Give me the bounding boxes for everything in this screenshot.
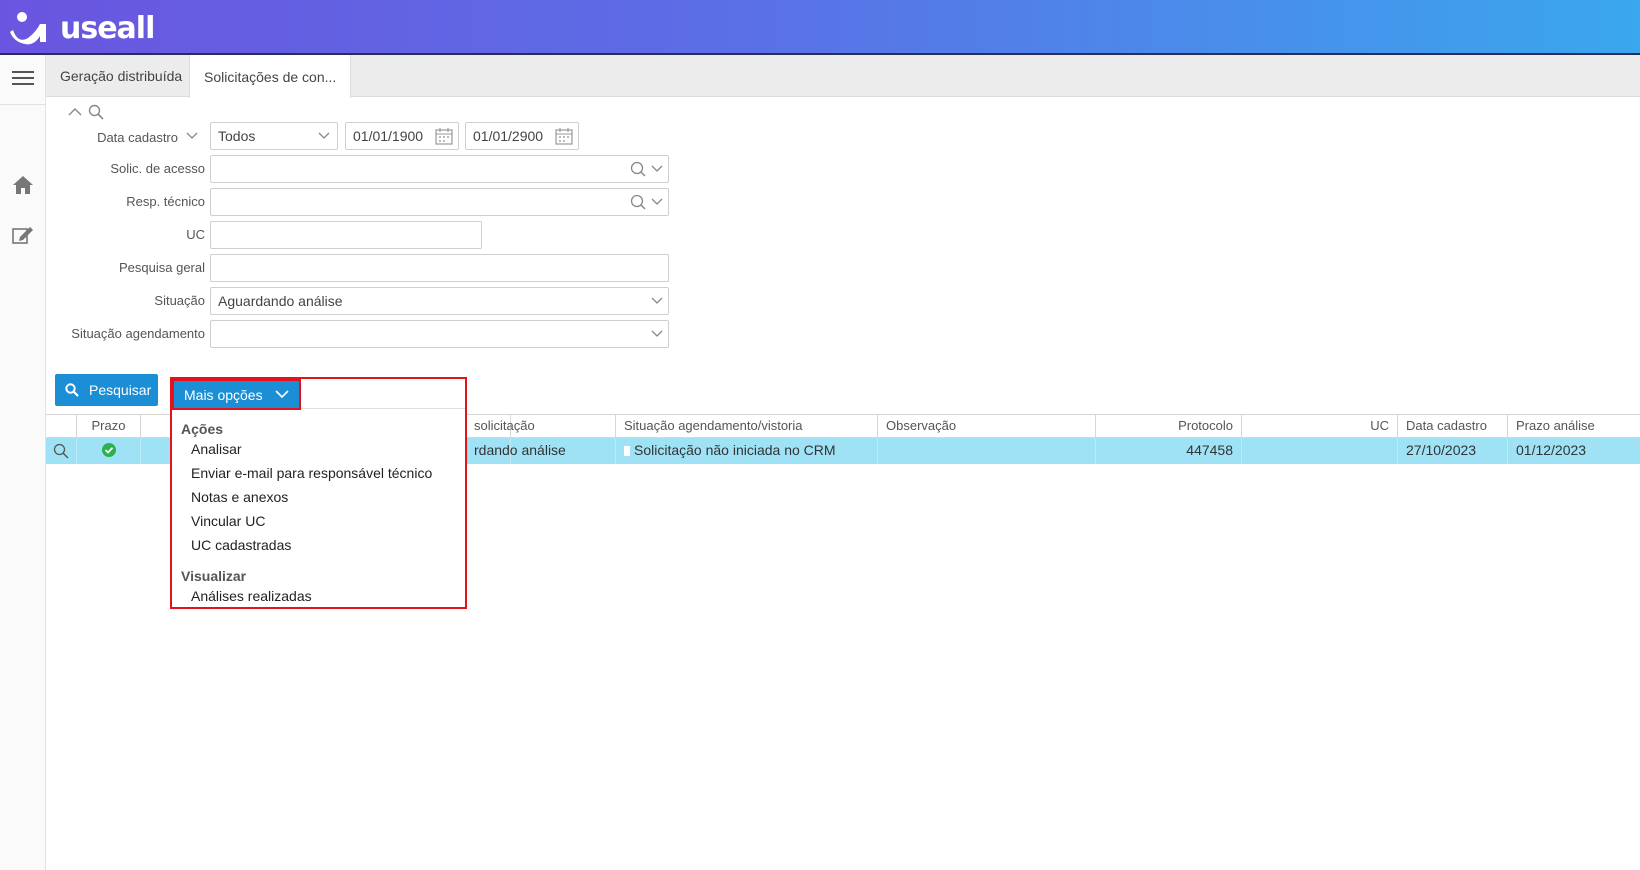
date-to-field[interactable]: 01/01/2900 (465, 122, 579, 150)
data-cadastro-period-select[interactable]: Todos (210, 122, 338, 150)
pesquisa-geral-input[interactable] (210, 254, 669, 282)
header-view-column (46, 415, 77, 438)
chevron-up-icon[interactable] (68, 107, 82, 117)
home-icon (13, 176, 33, 194)
left-rail (0, 55, 46, 870)
row-situacao-cell: rdando análise (466, 438, 616, 464)
tab-solicitacoes[interactable]: Solicitações de con... (189, 55, 352, 98)
uc-input[interactable] (210, 221, 482, 249)
chevron-down-icon (651, 330, 663, 337)
menu-item-uc-cadastradas[interactable]: UC cadastradas (191, 537, 291, 553)
app-logo[interactable]: useall (10, 10, 155, 46)
search-icon[interactable] (88, 104, 104, 120)
search-icon[interactable] (630, 161, 646, 177)
filter-panel-controls (68, 104, 104, 120)
header-uc[interactable]: UC (1242, 415, 1398, 438)
chevron-down-icon (651, 297, 663, 304)
situacao-label: Situação (154, 293, 205, 308)
chevron-down-icon[interactable] (186, 131, 198, 141)
header-observacao[interactable]: Observação (878, 415, 1096, 438)
tab-geracao-distribuida[interactable]: Geração distribuída (46, 55, 196, 97)
pesquisa-geral-label: Pesquisa geral (119, 260, 205, 275)
search-icon (65, 383, 79, 397)
check-circle-icon (102, 443, 116, 457)
chevron-down-icon[interactable] (650, 162, 664, 176)
row-prazo-analise-cell: 01/12/2023 (1516, 442, 1587, 458)
useall-logo-icon (10, 12, 46, 45)
row-protocolo-cell: 447458 (1096, 438, 1242, 464)
row-uc-cell (1242, 438, 1398, 464)
logo-text: useall (60, 10, 155, 46)
period-value: Todos (218, 128, 256, 144)
situacao-select[interactable]: Aguardando análise (210, 287, 669, 315)
header-prazo-analise[interactable]: Prazo análise (1508, 415, 1640, 438)
header-protocolo[interactable]: Protocolo (1096, 415, 1242, 438)
search-icon[interactable] (630, 194, 646, 210)
row-prazo-cell (77, 438, 141, 464)
header-situacao-agendamento[interactable]: Situação agendamento/vistoria (616, 415, 878, 438)
rail-divider (0, 104, 46, 105)
more-options-label: Mais opções (184, 386, 263, 403)
situacao-agendamento-label: Situação agendamento (71, 326, 205, 341)
row-observacao-cell (878, 438, 1096, 464)
situacao-agendamento-select[interactable] (210, 320, 669, 348)
menu-group-acoes: Ações (181, 421, 224, 437)
menu-toggle-button[interactable] (0, 55, 46, 101)
menu-item-analises-realizadas[interactable]: Análises realizadas (191, 588, 312, 604)
search-button[interactable]: Pesquisar (55, 374, 158, 406)
tab-bar: Geração distribuída Solicitações de con.… (46, 55, 1640, 98)
row-agendamento-cell: Solicitação não iniciada no CRM (616, 438, 878, 464)
menu-group-visualizar: Visualizar (181, 568, 247, 584)
date-to-value: 01/01/2900 (473, 128, 544, 144)
row-view-cell[interactable] (46, 438, 77, 464)
chevron-down-icon (275, 390, 289, 399)
situacao-value: Aguardando análise (218, 293, 343, 309)
more-options-menu: Mais opções Ações Analisar Enviar e-mail… (170, 377, 467, 609)
chevron-down-icon (318, 132, 330, 139)
resp-tecnico-label: Resp. técnico (126, 194, 205, 209)
data-cadastro-label: Data cadastro (97, 130, 178, 145)
app-header: useall (0, 0, 1640, 55)
resp-tecnico-lookup[interactable] (210, 188, 669, 216)
tab-label: Solicitações de con... (204, 68, 337, 85)
tab-label: Geração distribuída (60, 68, 183, 84)
solic-acesso-lookup[interactable] (210, 155, 669, 183)
agendamento-text: Solicitação não iniciada no CRM (634, 442, 836, 458)
solic-acesso-label: Solic. de acesso (110, 161, 205, 176)
date-from-value: 01/01/1900 (353, 128, 424, 144)
menu-item-enviar-email[interactable]: Enviar e-mail para responsável técnico (191, 465, 432, 481)
more-options-button[interactable]: Mais opções (172, 379, 301, 410)
menu-item-vincular-uc[interactable]: Vincular UC (191, 513, 265, 529)
header-label: solicitação (474, 418, 535, 433)
row-data-cadastro-cell: 27/10/2023 (1398, 438, 1508, 464)
calendar-icon[interactable] (435, 127, 453, 145)
uc-label: UC (186, 227, 205, 242)
header-situacao-solicitacao[interactable]: solicitação (466, 415, 616, 438)
edit-icon (12, 227, 33, 244)
search-icon[interactable] (53, 443, 69, 459)
date-from-field[interactable]: 01/01/1900 (345, 122, 459, 150)
search-button-label: Pesquisar (89, 382, 152, 398)
header-data-cadastro[interactable]: Data cadastro (1398, 415, 1508, 438)
header-prazo[interactable]: Prazo (77, 415, 141, 438)
status-marker (624, 446, 630, 456)
calendar-icon[interactable] (555, 127, 573, 145)
menu-item-analisar[interactable]: Analisar (191, 441, 242, 457)
chevron-down-icon[interactable] (650, 195, 664, 209)
hamburger-icon (12, 71, 34, 85)
menu-item-notas-anexos[interactable]: Notas e anexos (191, 489, 288, 505)
